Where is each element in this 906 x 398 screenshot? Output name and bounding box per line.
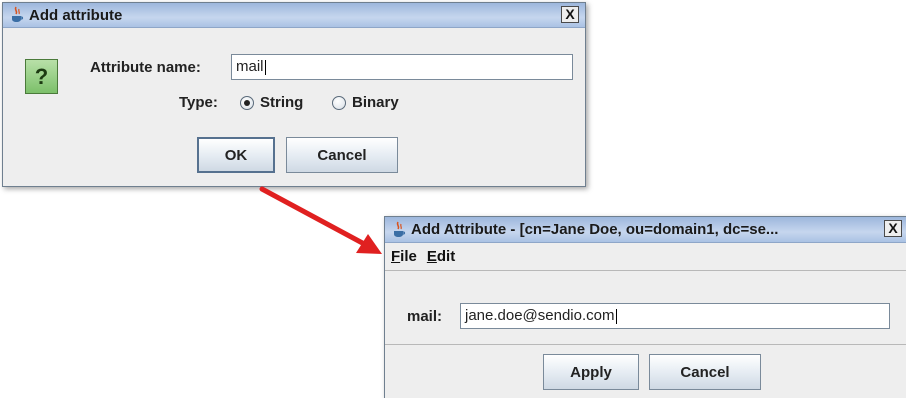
menu-bar: File Edit	[385, 243, 906, 269]
text-caret	[615, 308, 617, 324]
apply-button[interactable]: Apply	[543, 354, 639, 390]
menu-edit[interactable]: Edit	[427, 248, 455, 265]
menu-file[interactable]: File	[391, 248, 417, 265]
content-separator	[385, 344, 906, 345]
mail-value: jane.doe@sendio.com	[465, 307, 615, 324]
close-icon[interactable]: X	[884, 220, 902, 237]
menu-separator	[385, 270, 906, 271]
dialog-title: Add Attribute - [cn=Jane Doe, ou=domain1…	[411, 221, 779, 238]
cancel-button[interactable]: Cancel	[649, 354, 761, 390]
java-cup-icon	[394, 221, 406, 237]
mail-input[interactable]: jane.doe@sendio.com	[460, 303, 890, 329]
title-bar[interactable]: Add Attribute - [cn=Jane Doe, ou=domain1…	[385, 217, 906, 243]
add-attribute-editor-dialog: Add Attribute - [cn=Jane Doe, ou=domain1…	[384, 216, 906, 398]
mail-label: mail:	[407, 308, 443, 325]
arrow-shaft	[259, 186, 371, 249]
